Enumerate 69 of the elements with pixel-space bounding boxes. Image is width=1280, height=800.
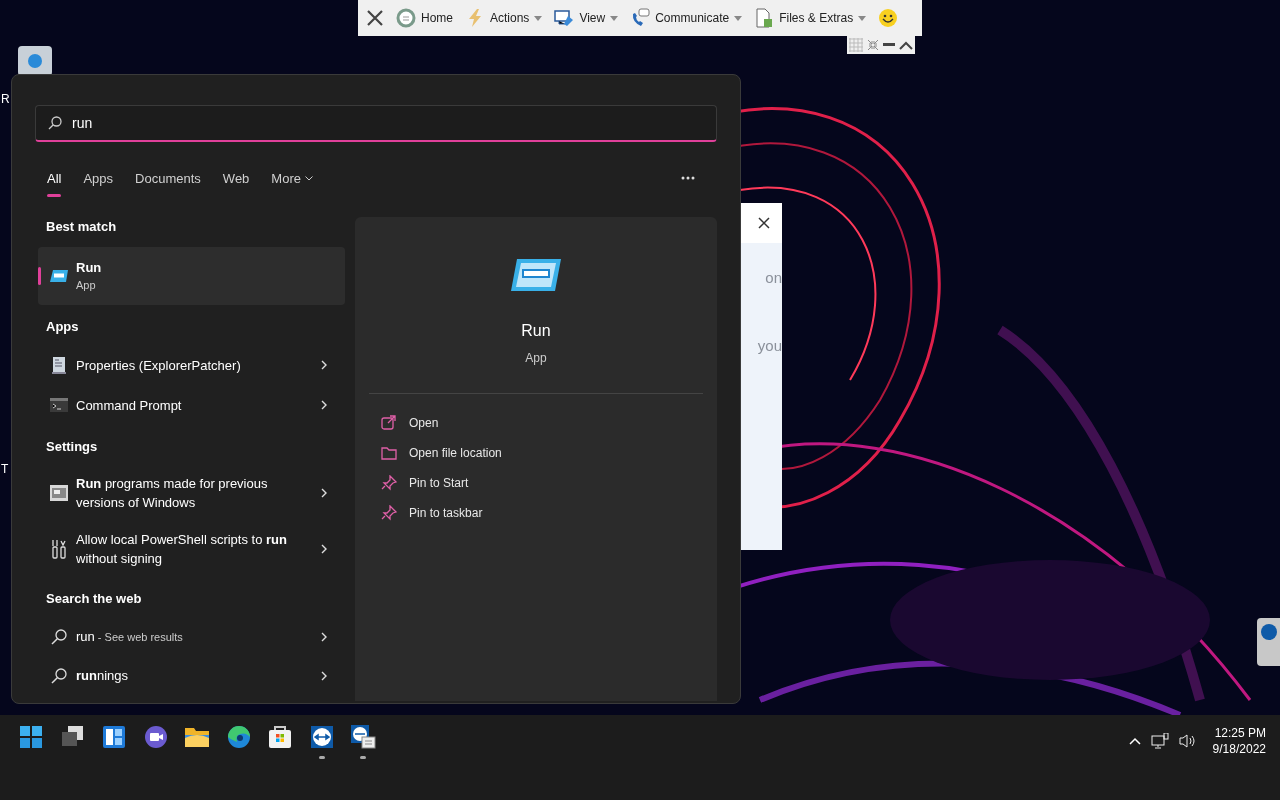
action-button[interactable]: Open bbox=[369, 408, 703, 438]
toolbar-communicate-button[interactable]: Communicate bbox=[630, 8, 743, 28]
hub-icon bbox=[396, 8, 416, 28]
clock-time[interactable]: 12:25 PM bbox=[1214, 725, 1266, 741]
chevron-up-icon[interactable] bbox=[1128, 737, 1141, 745]
chevron-right-icon bbox=[321, 631, 327, 642]
section-heading: Best match bbox=[45, 218, 118, 237]
filter-tab[interactable]: More bbox=[271, 169, 313, 197]
pin-icon bbox=[381, 475, 397, 491]
section-heading: Search the web bbox=[45, 590, 143, 609]
filter-tab[interactable]: Documents bbox=[135, 169, 201, 197]
search-icon bbox=[51, 628, 67, 645]
pin-icon bbox=[381, 505, 397, 521]
dialog-text: on bbox=[765, 268, 782, 288]
desktop-icon-label[interactable]: R bbox=[1, 92, 10, 106]
volume-icon[interactable] bbox=[1178, 733, 1197, 749]
side-tab[interactable] bbox=[1257, 618, 1280, 666]
chevron-right-icon bbox=[321, 360, 327, 370]
app-title: Run bbox=[521, 321, 551, 341]
search-result-item[interactable]: Run programs made for previous versions of Windows bbox=[38, 465, 345, 521]
minimize-icon[interactable] bbox=[883, 43, 895, 47]
network-icon[interactable] bbox=[1150, 733, 1169, 749]
action-button[interactable]: Pin to taskbar bbox=[369, 498, 703, 528]
run-app-icon bbox=[49, 269, 69, 283]
search-text: run bbox=[72, 113, 93, 133]
document-icon bbox=[51, 356, 67, 374]
desktop-icon-label[interactable]: T bbox=[1, 462, 9, 476]
filter-tab[interactable]: Web bbox=[222, 169, 250, 197]
search-icon bbox=[48, 116, 62, 130]
search-result-item[interactable]: runnings bbox=[38, 656, 345, 695]
app-type: App bbox=[525, 350, 547, 367]
chevron-right-icon bbox=[321, 544, 327, 554]
window-icon bbox=[50, 485, 68, 501]
run-app-icon bbox=[509, 257, 563, 293]
phone-icon bbox=[630, 8, 651, 28]
collapse-icon[interactable] bbox=[899, 40, 913, 50]
smiley-icon[interactable] bbox=[878, 8, 899, 28]
search-result-item[interactable]: Run App bbox=[38, 247, 345, 305]
search-result-item[interactable]: Allow local PowerShell scripts to run without signing bbox=[38, 521, 345, 577]
section-heading: Apps bbox=[45, 318, 80, 337]
section-heading: Settings bbox=[45, 438, 99, 457]
chevron-right-icon bbox=[321, 488, 327, 498]
shrink-icon[interactable] bbox=[867, 39, 879, 51]
clock-date[interactable]: 9/18/2022 bbox=[1212, 741, 1266, 757]
monitor-icon bbox=[554, 8, 575, 28]
chevron-right-icon bbox=[321, 400, 327, 410]
toolbar-home-button[interactable]: Home bbox=[396, 8, 453, 28]
close-icon[interactable] bbox=[758, 217, 770, 229]
toolbar-actions-button[interactable]: Actions bbox=[465, 8, 543, 28]
toolbar-files-button[interactable]: Files & Extras bbox=[754, 8, 867, 28]
document-icon bbox=[754, 8, 775, 28]
filter-tab[interactable]: Apps bbox=[83, 169, 114, 197]
search-result-item[interactable]: run - See web results bbox=[38, 617, 345, 656]
more-options-icon[interactable] bbox=[681, 176, 695, 180]
close-icon[interactable] bbox=[366, 9, 384, 27]
search-result-item[interactable]: Properties (ExplorerPatcher) bbox=[38, 345, 345, 385]
action-button[interactable]: Open file location bbox=[369, 438, 703, 468]
filter-tab[interactable]: All bbox=[47, 169, 62, 197]
search-icon bbox=[51, 667, 67, 684]
chevron-right-icon bbox=[321, 670, 327, 681]
search-field[interactable]: run bbox=[35, 105, 717, 142]
terminal-icon bbox=[50, 398, 68, 412]
dialog-text: you bbox=[757, 335, 782, 356]
tools-icon bbox=[51, 539, 67, 559]
folder-icon bbox=[381, 445, 397, 461]
search-result-item[interactable]: Command Prompt bbox=[38, 385, 345, 425]
toolbar-view-button[interactable]: View bbox=[554, 8, 619, 28]
action-button[interactable]: Pin to Start bbox=[369, 468, 703, 498]
open-external-icon bbox=[381, 415, 397, 431]
